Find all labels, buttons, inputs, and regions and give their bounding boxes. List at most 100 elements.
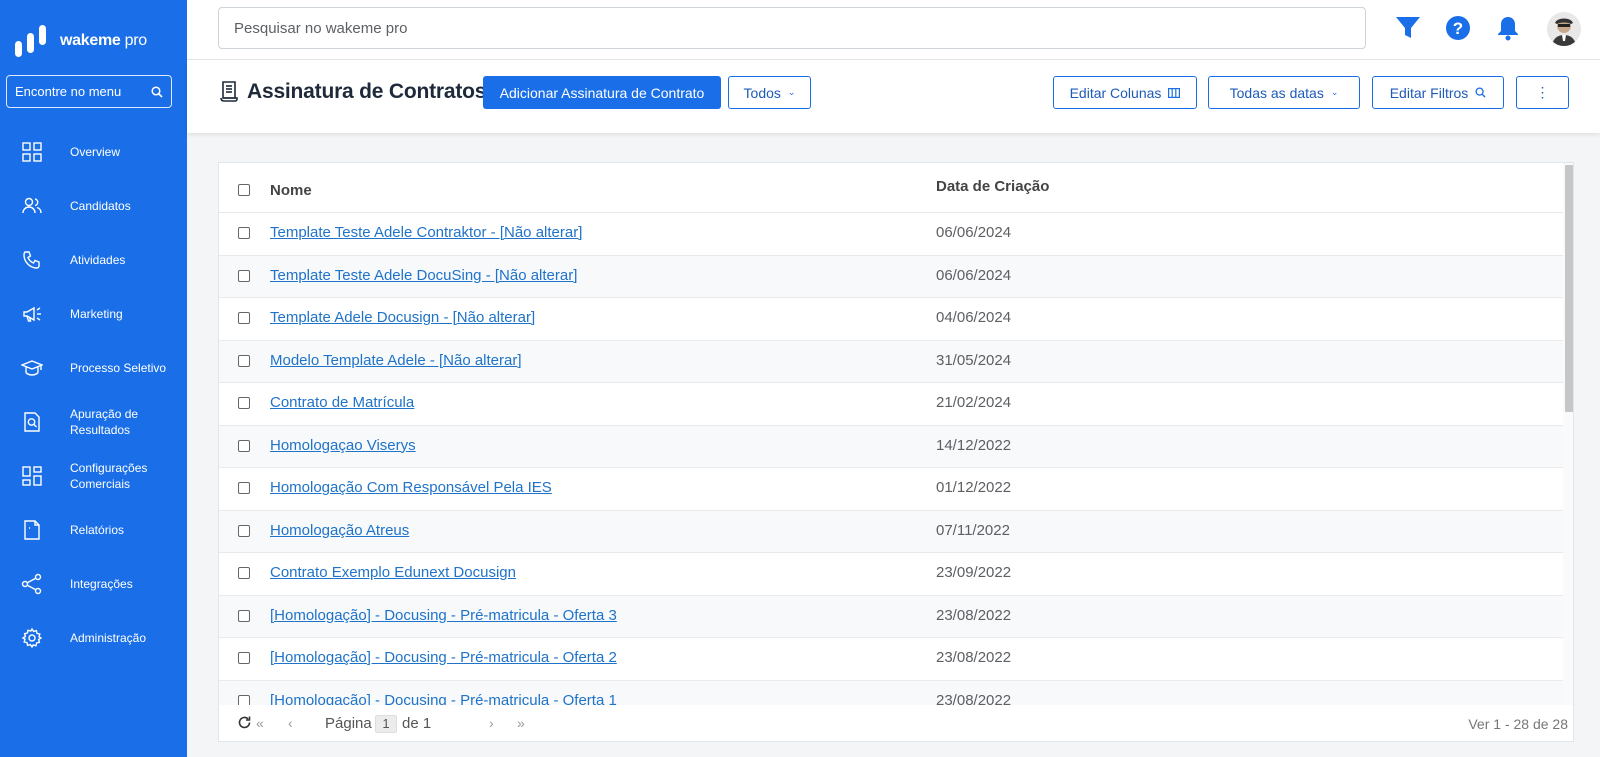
column-header-name[interactable]: Nome: [270, 182, 312, 199]
column-header-date[interactable]: Data de Criação: [936, 178, 1049, 195]
created-date: 01/12/2022: [936, 479, 1012, 496]
refresh-icon[interactable]: [237, 715, 252, 733]
row-checkbox[interactable]: [238, 609, 250, 622]
sidebar-item-label: Processo Seletivo: [70, 361, 167, 375]
global-search-input[interactable]: [218, 7, 1366, 49]
help-icon[interactable]: ?: [1444, 14, 1472, 42]
brand-name: wakeme pro: [60, 32, 147, 49]
chevron-down-icon: ⌄: [787, 87, 796, 97]
sidebar: wakeme pro Encontre no menu Overview Can…: [0, 0, 187, 757]
avatar[interactable]: [1547, 12, 1581, 46]
table-scrollbar[interactable]: [1563, 163, 1573, 705]
edit-filters-button[interactable]: Editar Filtros: [1372, 76, 1504, 109]
row-checkbox[interactable]: [238, 227, 250, 239]
sidebar-item-candidatos[interactable]: Candidatos: [0, 179, 187, 233]
prev-page-icon[interactable]: ‹: [288, 715, 293, 731]
page-title: Assinatura de Contratos: [247, 80, 487, 103]
contract-name-link[interactable]: Contrato de Matrícula: [270, 394, 414, 411]
contract-name-link[interactable]: [Homologação] - Docusing - Pré-matricula…: [270, 649, 617, 666]
sidebar-item-integracoes[interactable]: Integrações: [0, 557, 187, 611]
report-icon: [24, 520, 40, 540]
wakeme-logo-icon: [15, 25, 46, 57]
contract-name-link[interactable]: Homologaçao Viserys: [270, 437, 416, 454]
sidebar-item-label: Overview: [70, 145, 121, 159]
edit-columns-button[interactable]: Editar Colunas: [1053, 76, 1197, 109]
sidebar-item-apuracao[interactable]: Apuração de Resultados: [0, 395, 187, 449]
records-count: Ver 1 - 28 de 28: [1468, 716, 1568, 732]
row-checkbox[interactable]: [238, 567, 250, 579]
search-icon: [1475, 87, 1486, 98]
table-body: Template Teste Adele Contraktor - [Não a…: [219, 213, 1563, 705]
row-checkbox[interactable]: [238, 269, 250, 282]
created-date: 04/06/2024: [936, 309, 1012, 326]
date-filter-select[interactable]: Todas as datas ⌄: [1208, 76, 1360, 109]
sidebar-item-atividades[interactable]: Atividades: [0, 233, 187, 287]
contract-name-link[interactable]: Modelo Template Adele - [Não alterar]: [270, 352, 522, 369]
table-row: Contrato de Matrícula 21/02/2024: [219, 383, 1563, 426]
sidebar-item-configuracoes-comerciais[interactable]: Configurações Comerciais: [0, 449, 187, 503]
filter-icon[interactable]: [1394, 14, 1422, 42]
sidebar-item-label: Candidatos: [70, 199, 131, 213]
sidebar-item-marketing[interactable]: Marketing: [0, 287, 187, 341]
graduation-cap-icon: [21, 360, 43, 376]
contract-name-link[interactable]: Template Teste Adele DocuSing - [Não alt…: [270, 267, 577, 284]
grid-icon: [22, 466, 42, 486]
grid-icon: [22, 142, 42, 162]
page-title-group: Assinatura de Contratos: [219, 80, 486, 104]
bell-icon[interactable]: [1494, 14, 1522, 42]
created-date: 23/08/2022: [936, 649, 1012, 666]
status-filter-label: Todos: [743, 84, 781, 101]
sidebar-item-processo-seletivo[interactable]: Processo Seletivo: [0, 341, 187, 395]
row-checkbox[interactable]: [238, 397, 250, 409]
contract-name-link[interactable]: Homologação Atreus: [270, 522, 409, 539]
row-checkbox[interactable]: [238, 312, 250, 324]
table-row: [Homologação] - Docusing - Pré-matricula…: [219, 595, 1563, 638]
scrollbar-thumb[interactable]: [1565, 165, 1573, 412]
sidebar-item-administracao[interactable]: Administração: [0, 611, 187, 665]
sidebar-item-relatorios[interactable]: Relatórios: [0, 503, 187, 557]
row-checkbox[interactable]: [238, 439, 250, 452]
table-header: Nome Data de Criação: [219, 163, 1563, 213]
sidebar-item-label: Marketing: [70, 307, 123, 321]
table-row: Template Teste Adele Contraktor - [Não a…: [219, 213, 1563, 256]
contract-name-link[interactable]: [Homologação] - Docusing - Pré-matricula…: [270, 692, 617, 706]
menu-search-input[interactable]: Encontre no menu: [6, 75, 172, 108]
edit-filters-label: Editar Filtros: [1389, 84, 1469, 101]
contract-name-link[interactable]: Contrato Exemplo Edunext Docusign: [270, 564, 516, 581]
row-checkbox[interactable]: [238, 652, 250, 664]
contract-name-link[interactable]: Homologação Com Responsável Pela IES: [270, 479, 552, 496]
page-number-input[interactable]: 1: [375, 715, 397, 733]
sidebar-item-label: Integrações: [70, 577, 133, 591]
users-icon: [22, 197, 42, 214]
contract-name-link[interactable]: Template Adele Docusign - [Não alterar]: [270, 309, 535, 326]
columns-icon: [1168, 87, 1181, 98]
status-filter-select[interactable]: Todos ⌄: [728, 76, 811, 109]
sidebar-item-overview[interactable]: Overview: [0, 125, 187, 179]
table-row: Homologação Atreus 07/11/2022: [219, 510, 1563, 553]
last-page-icon[interactable]: »: [517, 715, 525, 731]
sidebar-item-label: Apuração de Resultados: [70, 407, 139, 437]
created-date: 21/02/2024: [936, 394, 1012, 411]
add-contract-button[interactable]: Adicionar Assinatura de Contrato: [483, 76, 721, 109]
row-checkbox[interactable]: [238, 694, 250, 705]
brand-logo[interactable]: wakeme pro: [14, 24, 147, 58]
first-page-icon[interactable]: «: [256, 715, 264, 731]
more-options-button[interactable]: ⋮: [1516, 76, 1569, 109]
created-date: 31/05/2024: [936, 351, 1012, 369]
document-search-icon: [24, 412, 40, 432]
row-checkbox[interactable]: [238, 524, 250, 537]
gear-icon: [21, 627, 43, 649]
row-checkbox[interactable]: [238, 354, 250, 367]
svg-text:?: ?: [1453, 19, 1463, 38]
contract-name-link[interactable]: Template Teste Adele Contraktor - [Não a…: [270, 224, 582, 241]
menu-search-placeholder: Encontre no menu: [15, 84, 122, 99]
contract-name-link[interactable]: [Homologação] - Docusing - Pré-matricula…: [270, 607, 617, 624]
next-page-icon[interactable]: ›: [489, 715, 494, 731]
table-row: Homologaçao Viserys 14/12/2022: [219, 425, 1563, 468]
select-all-checkbox[interactable]: [238, 184, 250, 196]
created-date: 06/06/2024: [936, 224, 1012, 241]
topbar: ?: [187, 0, 1600, 60]
created-date: 23/09/2022: [936, 564, 1012, 581]
table-row: Template Teste Adele DocuSing - [Não alt…: [219, 255, 1563, 298]
row-checkbox[interactable]: [238, 482, 250, 494]
